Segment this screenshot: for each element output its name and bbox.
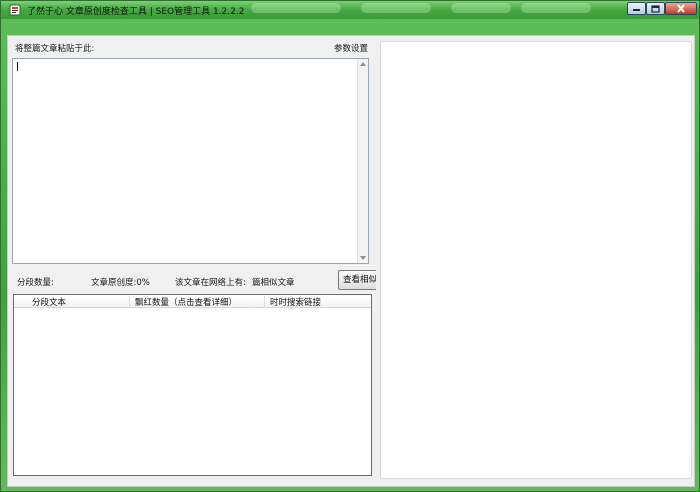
- scroll-up-icon[interactable]: [360, 62, 366, 66]
- segment-count-label: 分段数量:: [17, 278, 54, 288]
- table-header: 分段文本 飘红数量（点击查看详细） 时时搜索链接: [14, 295, 371, 308]
- article-input[interactable]: [12, 58, 369, 264]
- maximize-button[interactable]: [646, 2, 665, 15]
- column-divider[interactable]: [264, 296, 265, 307]
- app-icon: [9, 4, 21, 16]
- column-header-segment[interactable]: 分段文本: [32, 296, 66, 308]
- close-icon: [677, 4, 685, 13]
- originality-label: 文章原创度:0%: [91, 278, 150, 288]
- title-bar[interactable]: 了然于心 文章原创度检查工具 | SEO管理工具 1.2.2.2: [1, 1, 699, 19]
- view-similar-button[interactable]: 查看相似: [338, 270, 376, 290]
- minimize-icon: [633, 9, 640, 11]
- paste-label: 将整篇文章粘贴于此:: [15, 44, 95, 54]
- text-caret: [17, 62, 18, 71]
- app-window: 了然于心 文章原创度检查工具 | SEO管理工具 1.2.2.2 将整篇文章粘贴…: [0, 0, 700, 492]
- minimize-button[interactable]: [627, 2, 646, 15]
- title-glow: [451, 3, 511, 13]
- settings-link[interactable]: 参数设置: [334, 42, 368, 54]
- segments-table[interactable]: 分段文本 飘红数量（点击查看详细） 时时搜索链接: [13, 294, 372, 476]
- window-title: 了然于心 文章原创度检查工具 | SEO管理工具 1.2.2.2: [27, 7, 245, 17]
- main-client-area: 将整篇文章粘贴于此: 参数设置 分段数量: 文章原创度:0% 该文章在网络上有:…: [7, 35, 695, 487]
- title-glow: [251, 3, 341, 13]
- scroll-down-icon[interactable]: [360, 256, 366, 260]
- title-glow: [521, 3, 591, 13]
- maximize-icon: [651, 4, 660, 13]
- similar-online-label: 该文章在网络上有:: [175, 278, 246, 288]
- column-header-search-link[interactable]: 时时搜索链接: [270, 296, 321, 308]
- results-pane: [380, 41, 692, 479]
- title-glow: [361, 3, 431, 13]
- close-button[interactable]: [665, 2, 697, 15]
- article-scrollbar[interactable]: [357, 59, 368, 263]
- similar-count-label: 篇相似文章: [252, 278, 295, 288]
- column-divider[interactable]: [129, 296, 130, 307]
- left-panel: 将整篇文章粘贴于此: 参数设置 分段数量: 文章原创度:0% 该文章在网络上有:…: [8, 36, 376, 486]
- column-header-red-count[interactable]: 飘红数量（点击查看详细）: [135, 296, 237, 308]
